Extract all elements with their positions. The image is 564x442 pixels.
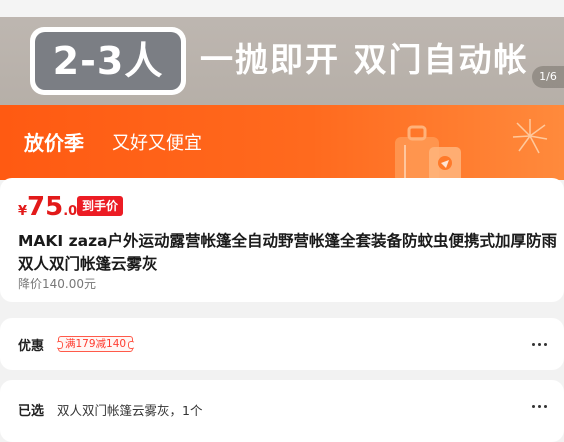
capacity-badge-text: 2-3人 <box>35 32 181 90</box>
price-reduction-note: 降价140.00元 <box>18 277 96 291</box>
fireworks-icon <box>512 119 548 154</box>
price-card: ¥75.00 到手价 MAKI zaza户外运动露营帐篷全自动野营帐篷全套装备防… <box>0 178 564 302</box>
promo-subtitle: 又好又便宜 <box>112 133 202 154</box>
discount-label: 优惠 <box>18 339 45 354</box>
selected-variant-row[interactable]: 已选 双人双门帐篷云雾灰，1个 <box>0 380 564 442</box>
promo-title: 放价季 <box>24 131 84 155</box>
price-integer: 75 <box>27 192 64 222</box>
product-image-banner[interactable]: 2-3人 一抛即开 双门自动帐 1/6 <box>0 0 564 105</box>
banner-slogan: 一抛即开 双门自动帐 <box>200 40 529 79</box>
more-icon[interactable] <box>532 404 550 410</box>
selected-variant-value: 双人双门帐篷云雾灰，1个 <box>57 403 203 418</box>
image-page-indicator: 1/6 <box>532 66 564 88</box>
top-divider <box>0 0 564 17</box>
product-title: MAKI zaza户外运动露营帐篷全自动野营帐篷全套装备防蚊虫便携式加厚防雨 双… <box>18 232 558 273</box>
price-currency: ¥ <box>18 204 28 219</box>
capacity-badge: 2-3人 <box>30 27 186 95</box>
coupon-tag: 满179减140 <box>55 336 136 352</box>
luggage-icon <box>395 125 461 180</box>
discount-row[interactable]: 优惠 满179减140 <box>0 318 564 370</box>
final-price-tag: 到手价 <box>77 196 124 216</box>
more-icon[interactable] <box>532 342 550 348</box>
promo-banner[interactable]: 放价季 又好又便宜 <box>0 105 564 180</box>
selected-label: 已选 <box>18 404 45 419</box>
